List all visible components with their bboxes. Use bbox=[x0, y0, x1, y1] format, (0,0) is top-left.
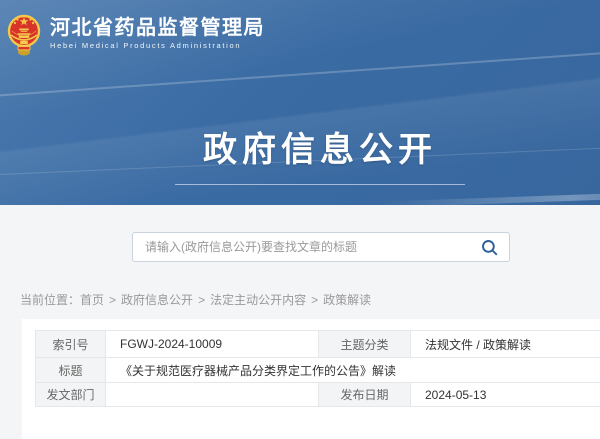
breadcrumb-item-gov-info[interactable]: 政府信息公开 bbox=[121, 293, 193, 307]
field-value-topic-category: 法规文件 / 政策解读 bbox=[411, 331, 600, 358]
breadcrumb: 当前位置：首页 > 政府信息公开 > 法定主动公开内容 > 政策解读 bbox=[20, 291, 371, 308]
table-row: 标题 《关于规范医疗器械产品分类界定工作的公告》解读 bbox=[36, 358, 600, 383]
search-icon bbox=[481, 239, 498, 256]
org-identity: 河北省药品监督管理局 Hebei Medical Products Admini… bbox=[50, 11, 265, 50]
national-emblem-icon bbox=[7, 11, 41, 57]
document-info-table: 索引号 FGWJ-2024-10009 主题分类 法规文件 / 政策解读 标题 … bbox=[35, 330, 600, 407]
breadcrumb-label: 当前位置： bbox=[20, 293, 80, 307]
field-label-title: 标题 bbox=[36, 358, 106, 383]
org-name-cn: 河北省药品监督管理局 bbox=[50, 18, 265, 38]
field-label-topic-category: 主题分类 bbox=[319, 331, 411, 358]
breadcrumb-item-policy-interpretation[interactable]: 政策解读 bbox=[323, 293, 371, 307]
breadcrumb-item-statutory-disclosure[interactable]: 法定主动公开内容 bbox=[210, 293, 306, 307]
page-title: 政府信息公开 bbox=[0, 122, 600, 171]
field-value-issuing-department bbox=[106, 383, 319, 407]
org-name-en: Hebei Medical Products Administration bbox=[50, 42, 265, 50]
breadcrumb-item-home[interactable]: 首页 bbox=[80, 293, 104, 307]
hero-banner: 河北省药品监督管理局 Hebei Medical Products Admini… bbox=[0, 0, 600, 205]
section-banner: 政府信息公开 bbox=[0, 122, 600, 185]
field-value-index-number: FGWJ-2024-10009 bbox=[106, 331, 319, 358]
site-header[interactable]: 河北省药品监督管理局 Hebei Medical Products Admini… bbox=[7, 11, 265, 57]
table-row: 索引号 FGWJ-2024-10009 主题分类 法规文件 / 政策解读 bbox=[36, 331, 600, 358]
field-value-title: 《关于规范医疗器械产品分类界定工作的公告》解读 bbox=[106, 358, 600, 383]
breadcrumb-separator: > bbox=[198, 293, 205, 307]
table-row: 发文部门 发布日期 2024-05-13 bbox=[36, 383, 600, 407]
document-info-card: 索引号 FGWJ-2024-10009 主题分类 法规文件 / 政策解读 标题 … bbox=[22, 319, 600, 439]
field-label-index-number: 索引号 bbox=[36, 331, 106, 358]
search-button[interactable] bbox=[475, 239, 509, 256]
search-input[interactable] bbox=[133, 240, 475, 254]
field-label-issuing-department: 发文部门 bbox=[36, 383, 106, 407]
field-value-publish-date: 2024-05-13 bbox=[411, 383, 600, 407]
breadcrumb-separator: > bbox=[109, 293, 116, 307]
breadcrumb-separator: > bbox=[311, 293, 318, 307]
wave-decoration bbox=[380, 190, 600, 205]
field-label-publish-date: 发布日期 bbox=[319, 383, 411, 407]
title-underline bbox=[175, 184, 465, 185]
search-box bbox=[132, 232, 510, 262]
